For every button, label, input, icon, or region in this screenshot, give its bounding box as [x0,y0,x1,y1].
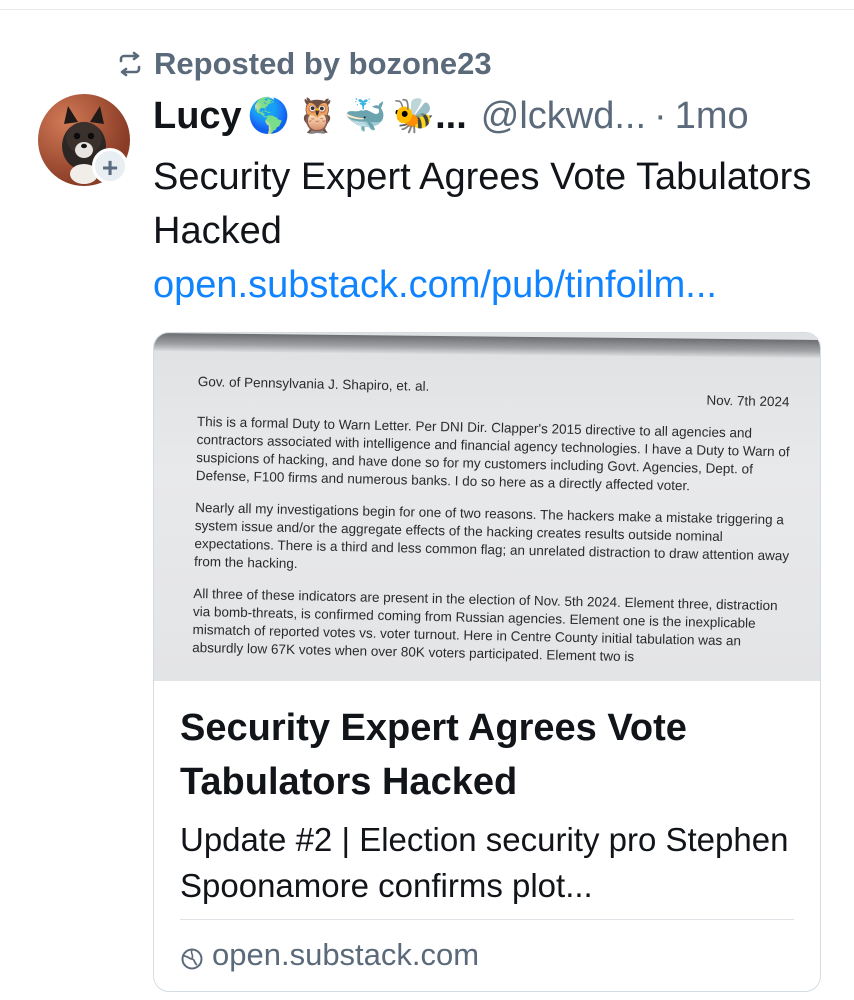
repost-icon [116,50,144,78]
link-preview-card[interactable]: Gov. of Pennsylvania J. Shapiro, et. al.… [153,332,821,992]
card-domain: open.substack.com [212,937,480,972]
letter-date: Nov. 7th 2024 [706,392,790,410]
post-header: Lucy 🌎 🦉 🐳 🐝 ... @lckwd... · 1mo [153,92,843,140]
letter-photo: Gov. of Pennsylvania J. Shapiro, et. al.… [192,373,798,681]
card-domain-row: open.substack.com [180,933,479,977]
owl-emoji: 🦉 [296,97,339,135]
letter-addressee: Gov. of Pennsylvania J. Shapiro, et. al. [197,373,430,394]
repost-indicator[interactable]: Reposted by bozone23 [116,44,492,84]
separator-dot: · [654,94,667,137]
author-avatar[interactable]: + [38,94,130,186]
name-truncation: ... [435,94,467,137]
card-description: Update #2 | Election security pro Stephe… [180,821,789,904]
card-title: Security Expert Agrees Vote Tabulators H… [180,707,687,803]
post-link[interactable]: open.substack.com/pub/tinfoilm... [153,258,833,312]
bee-emoji: 🐝 [392,97,436,135]
card-thumbnail-image: Gov. of Pennsylvania J. Shapiro, et. al.… [154,333,820,681]
repost-label: Reposted by bozone23 [154,46,492,81]
post-text: Security Expert Agrees Vote Tabulators H… [153,156,812,252]
whale-emoji: 🐳 [344,97,387,135]
globe-icon [180,943,204,970]
paper-edge-shadow [154,333,820,358]
follow-plus-badge[interactable]: + [92,148,128,184]
author-display-name[interactable]: Lucy [153,95,242,138]
letter-paragraph: All three of these indicators are presen… [192,585,778,665]
author-handle[interactable]: @lckwd... [481,95,646,138]
letter-paragraph: This is a formal Duty to Warn Letter. Pe… [195,413,790,494]
earth-globe-emoji: 🌎 [247,97,291,135]
post-timestamp[interactable]: 1mo [675,95,749,138]
letter-paragraph: Nearly all my investigations begin for o… [193,499,790,572]
card-divider [180,919,794,920]
top-divider [0,9,854,10]
